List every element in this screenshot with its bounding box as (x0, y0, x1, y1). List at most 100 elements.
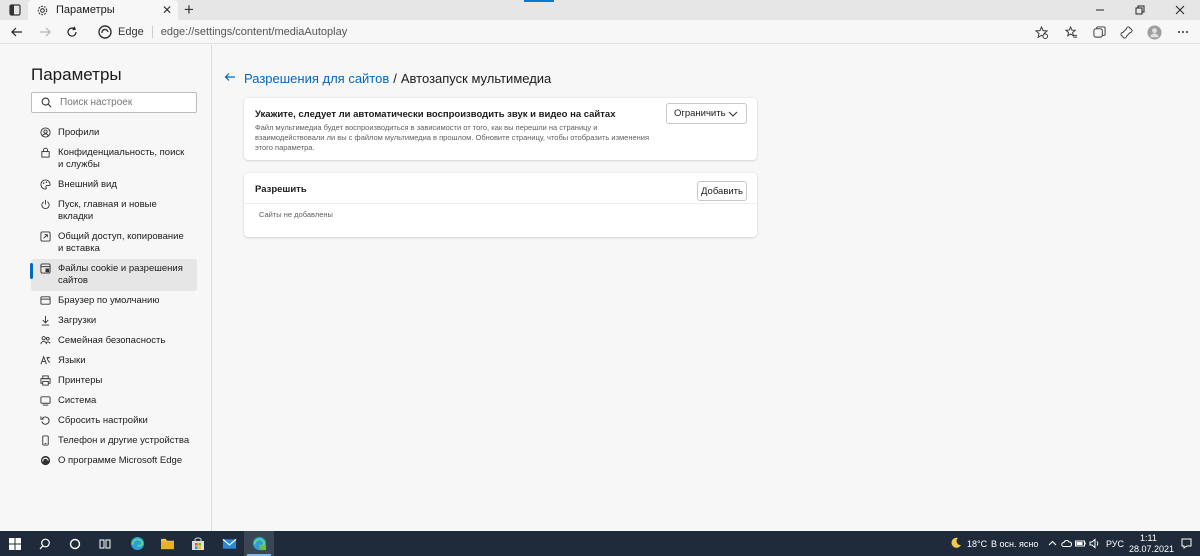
taskbar: 18°C В осн. ясно РУС 1:11 28.07.2021 (0, 531, 1200, 556)
taskbar-edge-dev-button[interactable] (244, 531, 274, 556)
breadcrumb: Разрешения для сайтов / Автозапуск мульт… (224, 70, 551, 86)
empty-list-text: Сайты не добавлены (259, 210, 333, 219)
sidebar-item-0[interactable]: Профили (31, 123, 197, 143)
sidebar-item-label: Система (58, 395, 97, 406)
power-icon (41, 199, 50, 209)
breadcrumb-link[interactable]: Разрешения для сайтов (244, 71, 389, 86)
tab-title: Параметры (56, 4, 115, 16)
cortana-button[interactable] (60, 531, 90, 556)
clock-date[interactable]: 28.07.2021 (1129, 544, 1174, 554)
sidebar-item-7[interactable]: Загрузки (31, 311, 197, 331)
cloud-icon[interactable] (1061, 538, 1072, 549)
sidebar-item-2[interactable]: Внешний вид (31, 175, 197, 195)
sidebar-nav: Профили Конфиденциальность, поиск и служб… (30, 123, 197, 471)
task-view-button[interactable] (90, 531, 120, 556)
sidebar-item-13[interactable]: Телефон и другие устройства (31, 431, 197, 451)
sidebar-item-8[interactable]: Семейная безопасность (31, 331, 197, 351)
title-bar: Параметры ✕ + (0, 0, 1200, 20)
back-button[interactable] (7, 22, 27, 42)
sidebar-item-label: Конфиденциальность, поиск и службы (58, 147, 185, 170)
sidebar-item-10[interactable]: Принтеры (31, 371, 197, 391)
forward-button[interactable] (35, 22, 55, 42)
notifications-icon[interactable] (1181, 538, 1192, 549)
taskbar-edge-button[interactable] (122, 531, 152, 556)
taskbar-mail-button[interactable] (214, 531, 244, 556)
sidebar-item-label: Пуск, главная и новые вкладки (58, 199, 157, 222)
folder-icon (160, 538, 174, 550)
add-site-button[interactable]: Добавить (697, 181, 747, 201)
cookie-permissions-icon (40, 263, 51, 274)
reset-icon (40, 416, 50, 425)
back-arrow-icon[interactable] (224, 70, 236, 86)
sidebar-item-label: Внешний вид (58, 179, 117, 190)
battery-icon[interactable] (1075, 538, 1086, 549)
sidebar-item-label: Принтеры (58, 375, 103, 386)
autoplay-select[interactable]: Ограничить (666, 103, 747, 124)
close-tab-icon[interactable]: ✕ (162, 3, 172, 17)
restore-button[interactable] (1120, 0, 1160, 20)
sidebar-item-label: О программе Microsoft Edge (58, 455, 183, 466)
edge-icon (98, 25, 112, 39)
weather-moon-icon (951, 537, 961, 548)
sidebar-title: Параметры (31, 65, 122, 84)
autoplay-title: Укажите, следует ли автоматически воспро… (255, 109, 616, 120)
divider (244, 203, 757, 204)
search-icon (39, 538, 50, 549)
appearance-icon (40, 179, 51, 190)
sidebar-item-label: Семейная безопасность (58, 335, 166, 346)
sidebar-item-label: Общий доступ, копирование и вставка (58, 231, 184, 254)
close-window-button[interactable] (1160, 0, 1200, 20)
sidebar-item-label: Языки (58, 355, 86, 366)
phone-icon (42, 435, 49, 446)
sidebar-item-label: Профили (58, 127, 100, 138)
sidebar-item-label: Файлы cookie и разрешения сайтов (58, 263, 183, 286)
speaker-icon[interactable] (1089, 538, 1100, 549)
start-button[interactable] (0, 531, 30, 556)
sidebar-item-4[interactable]: Общий доступ, копирование и вставка (31, 227, 197, 259)
profile-avatar-icon[interactable] (1144, 22, 1164, 42)
tab-actions-icon[interactable] (8, 3, 22, 17)
clock-time[interactable]: 1:11 (1140, 533, 1157, 543)
address-bar[interactable]: Edge edge://settings/content/mediaAutopl… (90, 21, 1060, 43)
weather-text[interactable]: В осн. ясно (991, 539, 1038, 549)
sidebar-item-14[interactable]: О программе Microsoft Edge (31, 451, 197, 471)
favorite-add-icon[interactable] (1031, 22, 1051, 42)
sidebar-item-5[interactable]: Файлы cookie и разрешения сайтов (30, 259, 197, 291)
sidebar-item-3[interactable]: Пуск, главная и новые вкладки (31, 195, 197, 227)
windows-icon (9, 537, 21, 550)
printer-icon (40, 375, 51, 386)
gear-icon (36, 4, 48, 16)
refresh-button[interactable] (62, 22, 82, 42)
mail-icon (222, 538, 236, 549)
extensions-icon[interactable] (1116, 22, 1136, 42)
url-text: edge://settings/content/mediaAutoplay (160, 26, 348, 38)
more-options-icon[interactable] (1173, 22, 1193, 42)
search-icon (41, 97, 52, 108)
tab-settings[interactable]: Параметры ✕ (28, 0, 178, 20)
task-view-icon (99, 539, 111, 548)
taskbar-store-button[interactable] (183, 531, 213, 556)
lock-icon (41, 147, 50, 158)
favorites-icon[interactable] (1061, 22, 1081, 42)
search-taskbar-button[interactable] (30, 531, 60, 556)
sidebar-item-11[interactable]: Система (31, 391, 197, 411)
sidebar-item-6[interactable]: Браузер по умолчанию (31, 291, 197, 311)
page-title: Автозапуск мультимедиа (400, 70, 552, 86)
drag-indicator (524, 0, 554, 2)
site-label: Edge (118, 26, 153, 38)
search-input[interactable]: Поиск настроек (31, 92, 197, 113)
collections-icon[interactable] (1089, 22, 1109, 42)
sidebar-item-label: Сбросить настройки (58, 415, 148, 426)
sidebar-item-9[interactable]: Языки (31, 351, 197, 371)
taskbar-explorer-button[interactable] (152, 531, 182, 556)
download-icon (41, 315, 50, 326)
minimize-button[interactable] (1080, 0, 1120, 20)
sidebar-item-1[interactable]: Конфиденциальность, поиск и службы (31, 143, 197, 175)
new-tab-button[interactable]: + (184, 1, 194, 18)
chevron-up-icon[interactable] (1047, 538, 1058, 549)
sidebar-item-12[interactable]: Сбросить настройки (31, 411, 197, 431)
default-browser-icon (40, 296, 51, 305)
input-language[interactable]: РУС (1106, 539, 1124, 549)
sidebar-item-label: Загрузки (58, 315, 97, 326)
system-icon (40, 396, 51, 406)
